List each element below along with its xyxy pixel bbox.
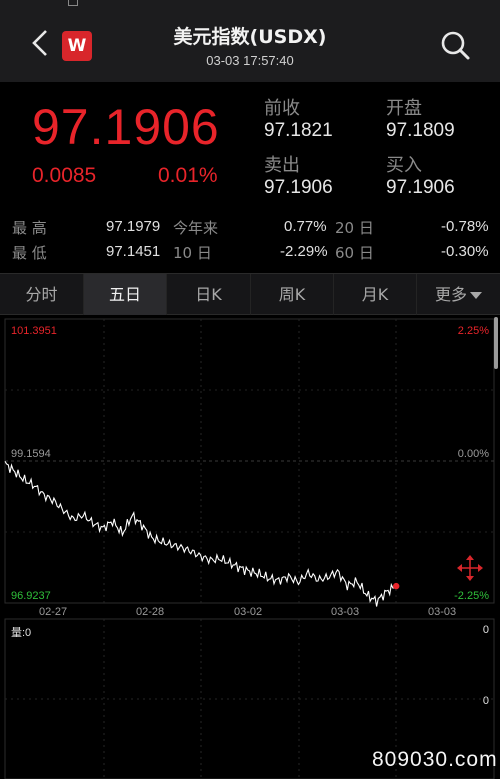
open-label: 开盘 (386, 98, 422, 119)
x-axis-label: 02-28 (136, 606, 165, 618)
volume-label: 量:0 (11, 627, 32, 639)
price-change: 0.0085 (32, 164, 97, 187)
ask-label: 卖出 (264, 155, 300, 176)
x-axis-label: 03-02 (234, 606, 263, 618)
ytd-label: 今年来 (173, 219, 219, 237)
prev-close-value: 97.1821 (264, 120, 333, 141)
volume-bottom-value: 0 (482, 695, 489, 707)
d60-label: 60 日 (335, 244, 374, 262)
d20-value: -0.78% (441, 218, 489, 235)
d60-value: -0.30% (441, 243, 489, 260)
tab-five-day[interactable]: 五日 (83, 274, 166, 315)
tab-weekly-k[interactable]: 周K (250, 274, 333, 315)
latest-price-dot (393, 582, 400, 590)
high-value: 97.1979 (106, 218, 161, 235)
d10-label: 10 日 (173, 244, 212, 262)
watermark-text: 809030.com (372, 748, 498, 771)
high-label: 最 高 (12, 219, 47, 237)
low-value: 97.1451 (106, 243, 161, 260)
tab-daily-k[interactable]: 日K (166, 274, 250, 315)
y-axis-bottom-label: 96.9237 (11, 590, 51, 602)
price-chart[interactable] (0, 315, 500, 779)
prev-close-label: 前收 (264, 98, 300, 119)
search-icon (441, 31, 470, 60)
price-change-pct: 0.01% (158, 164, 218, 187)
status-icon (68, 0, 78, 6)
y-axis-right-top-label: 2.25% (457, 325, 489, 337)
chart-grid (4, 318, 495, 779)
tab-monthly-k[interactable]: 月K (333, 274, 416, 315)
y-axis-mid-label: 99.1594 (11, 448, 51, 460)
tab-more[interactable]: 更多 (416, 274, 500, 315)
last-price: 97.1906 (32, 99, 220, 155)
chevron-down-icon (470, 292, 482, 299)
bid-label: 买入 (386, 155, 422, 176)
ask-value: 97.1906 (264, 177, 333, 198)
quote-panel: 97.1906 0.0085 0.01% 前收 97.1821 开盘 97.18… (0, 82, 500, 212)
app-header: W 美元指数(USDX) 03-03 17:57:40 (0, 10, 500, 82)
ytd-value: 0.77% (284, 218, 327, 235)
search-button[interactable] (436, 28, 474, 62)
x-axis-label: 03-03 (428, 606, 457, 618)
scrollbar-thumb[interactable] (494, 317, 498, 369)
crosshair-move-icon[interactable] (457, 555, 483, 581)
page-title: 美元指数(USDX) (173, 26, 327, 48)
quote-datetime: 03-03 17:57:40 (206, 53, 294, 68)
d10-value: -2.29% (280, 243, 328, 260)
d20-label: 20 日 (335, 219, 374, 237)
x-axis-label: 03-03 (331, 606, 360, 618)
volume-top-value: 0 (482, 624, 489, 636)
x-axis-label: 02-27 (39, 606, 68, 618)
open-value: 97.1809 (386, 120, 455, 141)
y-axis-right-mid-label: 0.00% (457, 448, 489, 460)
chart-line-layer (4, 461, 400, 607)
y-axis-right-bottom-label: -2.25% (454, 590, 489, 602)
stats-panel: 最 高 97.1979 今年来 0.77% 20 日 -0.78% 最 低 97… (0, 212, 500, 272)
bid-value: 97.1906 (386, 177, 455, 198)
low-label: 最 低 (12, 244, 47, 262)
chart-area[interactable]: 101.3951 99.1594 96.9237 2.25% 0.00% -2.… (0, 315, 500, 779)
y-axis-top-label: 101.3951 (11, 325, 57, 337)
status-bar (0, 0, 500, 10)
tab-intraday[interactable]: 分时 (0, 274, 83, 315)
tab-more-label: 更多 (434, 285, 467, 304)
period-tabs: 分时 五日 日K 周K 月K 更多 (0, 273, 500, 315)
